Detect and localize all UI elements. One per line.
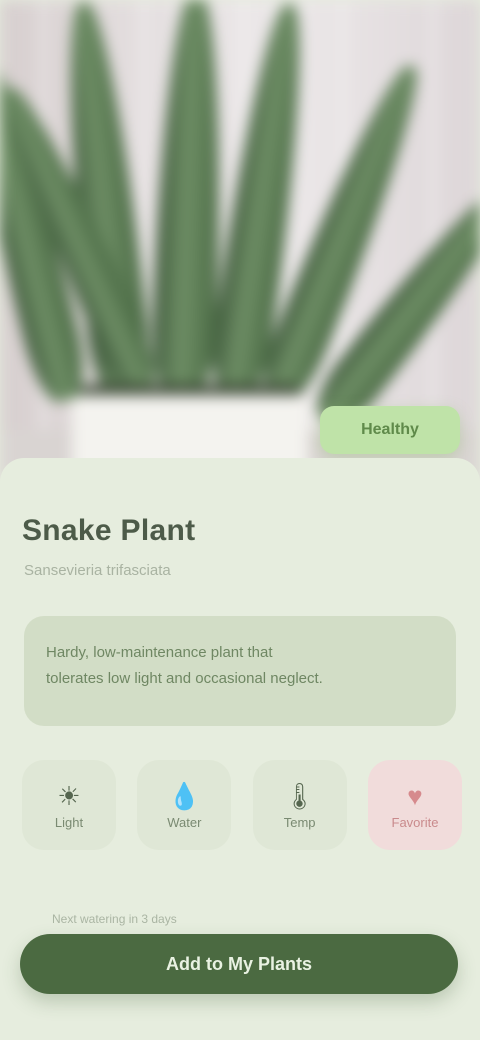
status-badge: Healthy [320, 406, 460, 454]
watering-caption: Next watering in 3 days [52, 912, 177, 926]
info-card: Hardy, low-maintenance plant that tolera… [24, 616, 456, 726]
info-line: tolerates low light and occasional negle… [46, 670, 323, 687]
care-water-button[interactable]: 💧 Water [137, 760, 232, 850]
info-line: Hardy, low-maintenance plant that [46, 644, 273, 661]
water-drop-icon: 💧 [168, 780, 201, 811]
care-temp-button[interactable]: 🌡 Temp [252, 760, 347, 850]
care-label: Favorite [391, 814, 439, 830]
care-row: ☀ Light 💧 Water 🌡 Temp ♥ Favorite [22, 760, 462, 850]
thermometer-icon: 🌡 [283, 780, 317, 811]
cta-label: Add to My Plants [165, 953, 312, 974]
plant-scientific-name: Sansevieria trifasciata [24, 562, 171, 579]
care-label: Temp [283, 814, 316, 830]
add-to-my-plants-button[interactable]: Add to My Plants [20, 934, 458, 994]
status-badge-label: Healthy [361, 421, 419, 438]
heart-icon: ♥ [407, 780, 423, 811]
sun-icon: ☀ [57, 780, 81, 811]
care-label: Water [167, 814, 202, 830]
care-light-button[interactable]: ☀ Light [22, 760, 116, 850]
care-label: Light [54, 814, 84, 830]
favorite-button[interactable]: ♥ Favorite [367, 760, 462, 850]
plant-name: Snake Plant [22, 514, 196, 547]
